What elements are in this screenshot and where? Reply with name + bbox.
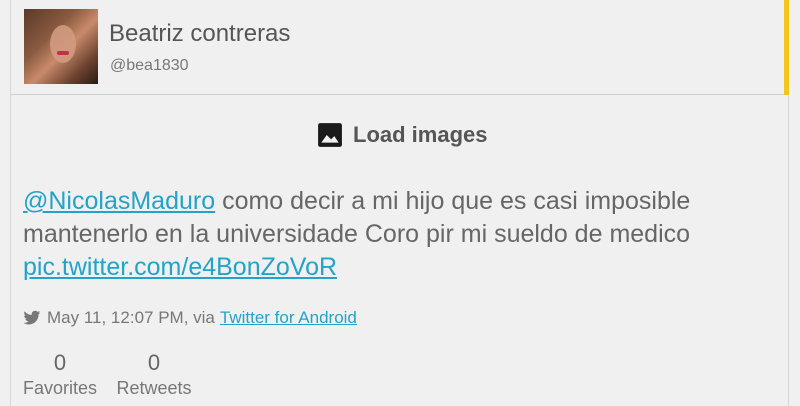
retweets-stat[interactable]: 0 Retweets — [115, 350, 193, 399]
tweet-timestamp: May 11, 12:07 PM, via — [47, 308, 215, 327]
load-images-label: Load images — [353, 122, 488, 147]
tweet-text: @NicolasMaduro como decir a mi hijo que … — [23, 185, 763, 284]
favorites-label: Favorites — [22, 378, 98, 398]
user-name[interactable]: Beatriz contreras — [109, 20, 290, 48]
tweet-card: Beatriz contreras @bea1830 Load images @… — [10, 0, 789, 406]
tweet-header[interactable]: Beatriz contreras @bea1830 — [11, 0, 785, 95]
tweet-meta: May 11, 12:07 PM, via Twitter for Androi… — [23, 308, 357, 328]
mention-link[interactable]: @NicolasMaduro — [23, 187, 215, 215]
retweets-label: Retweets — [116, 378, 192, 398]
user-handle[interactable]: @bea1830 — [110, 57, 189, 75]
avatar[interactable] — [24, 9, 98, 84]
load-images-button[interactable]: Load images — [317, 120, 487, 150]
twitter-bird-icon — [23, 310, 41, 325]
media-link[interactable]: pic.twitter.com/e4BonZoVoR — [23, 253, 337, 281]
favorites-stat[interactable]: 0 Favorites — [20, 350, 100, 399]
avatar-lips — [57, 51, 69, 55]
favorites-count: 0 — [53, 350, 67, 375]
source-link[interactable]: Twitter for Android — [220, 308, 357, 328]
accent-bar — [784, 0, 789, 95]
image-icon — [318, 123, 342, 147]
retweets-count: 0 — [147, 350, 161, 375]
avatar-face — [50, 25, 76, 63]
